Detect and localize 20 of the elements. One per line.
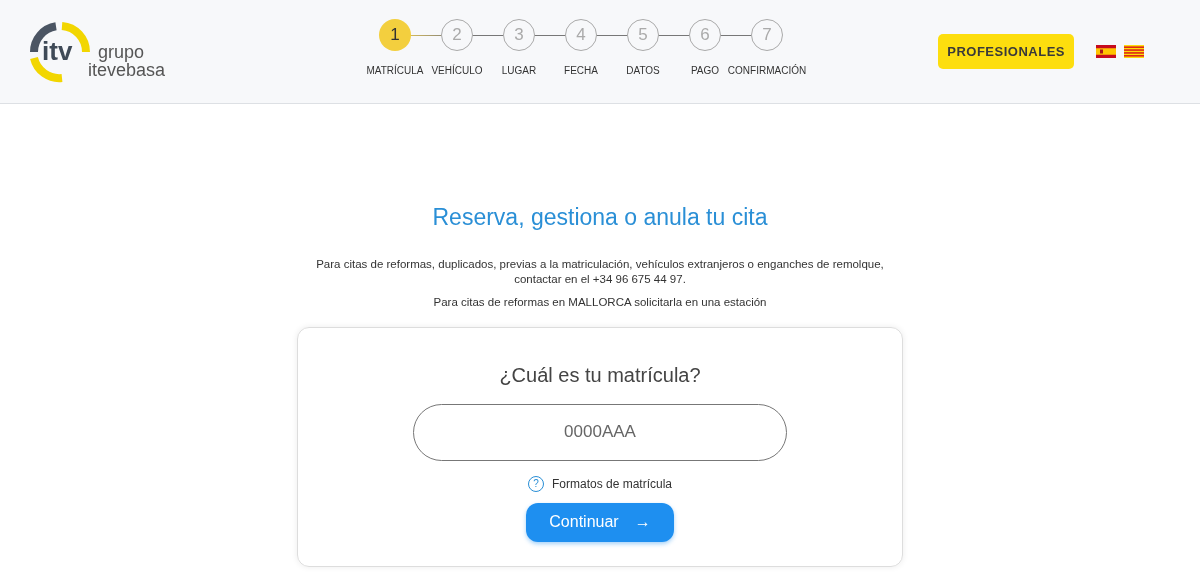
logo-mark: itv <box>42 37 73 64</box>
step-label: MATRÍCULA <box>366 63 424 78</box>
info-text: Para citas de reformas, duplicados, previas a la matriculación, vehículos extranjeros o enganches de remolque, contactar en el +34 96 675 44 97. <box>315 256 885 287</box>
logo-text: grupo <box>98 42 145 61</box>
step-label: CONFIRMACIÓN <box>727 63 807 78</box>
step-label: FECHA <box>564 64 598 78</box>
professionals-button[interactable]: PROFESIONALES <box>938 34 1074 69</box>
question-text: ¿Cuál es tu matrícula? <box>499 362 701 388</box>
continue-button[interactable]: Continuar → <box>526 502 674 542</box>
formats-link[interactable]: Formatos de matrícula <box>551 474 672 493</box>
plate-input[interactable]: 0000AAA <box>413 403 787 461</box>
spain-flag-icon[interactable] <box>1096 45 1116 58</box>
page-title: Reserva, gestiona o anula tu cita <box>432 203 768 232</box>
step-label: DATOS <box>626 64 660 78</box>
logo-text: itevebasa <box>88 60 166 79</box>
step-label: PAGO <box>690 64 720 78</box>
step-label: VEHÍCULO <box>431 63 483 78</box>
step-label: LUGAR <box>501 64 537 78</box>
info-text: Para citas de reformas en MALLORCA solicitarla en una estación <box>433 294 767 310</box>
catalonia-flag-icon[interactable] <box>1124 45 1144 58</box>
